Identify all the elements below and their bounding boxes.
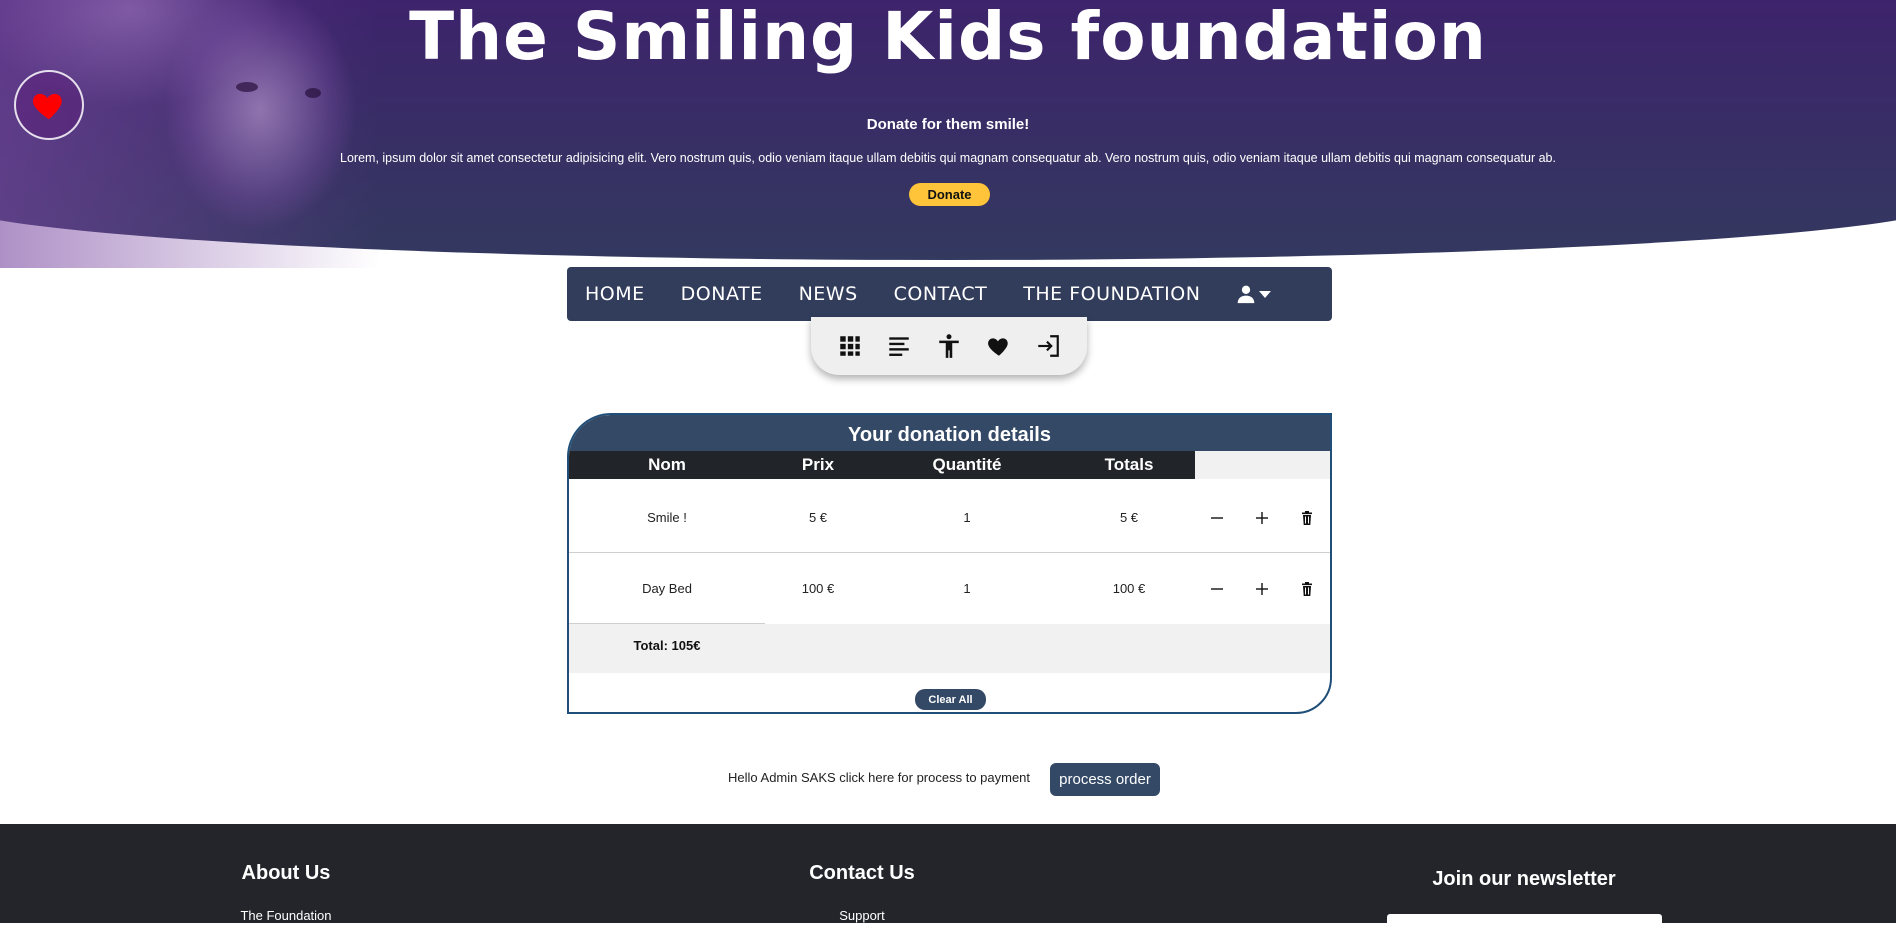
user-menu-toggle[interactable] [1236,284,1272,304]
increase-quantity-button[interactable] [1249,505,1275,531]
remove-item-button[interactable] [1294,576,1320,602]
table-row: Smile ! 5 € 1 5 € [569,483,1330,553]
plus-icon [1256,583,1268,595]
remove-item-button[interactable] [1294,505,1320,531]
process-order-button[interactable]: process order [1050,763,1160,796]
logout-icon [1038,335,1060,357]
footer: About Us The Foundation Contact Us Suppo… [0,824,1896,923]
newsletter-email-input[interactable] [1387,914,1662,926]
footer-link-the-foundation[interactable]: The Foundation [186,908,386,923]
column-header-quantite: Quantité [932,455,1002,474]
item-name: Day Bed [642,581,692,596]
item-quantity: 1 [963,581,971,596]
column-header-prix: Prix [801,455,835,474]
footer-newsletter-title: Join our newsletter [1432,868,1616,890]
item-name: Smile ! [647,510,687,525]
logout-button[interactable] [1033,331,1063,361]
table-header: Nom Prix Quantité Totals [569,451,1330,479]
trash-icon [1302,582,1312,596]
site-title: The Smiling Kids foundation [409,0,1487,75]
align-left-icon [889,337,910,356]
total-row: Total: 105€ [569,624,1330,673]
column-header-totals: Totals [1104,455,1154,474]
footer-link-support[interactable]: Support [762,908,962,923]
column-header-nom: Nom [648,455,686,474]
minus-icon [1211,588,1223,590]
item-total: 100 € [1112,581,1146,596]
item-price: 5 € [808,510,828,525]
payment-prompt: Hello Admin SAKS click here for process … [728,770,1031,785]
heart-icon [987,338,1008,356]
item-total: 5 € [1119,510,1139,525]
hero-banner: The Smiling Kids foundation Donate for t… [0,0,1896,268]
tagline: Donate for them smile! [866,116,1030,133]
accessibility-button[interactable] [934,331,964,361]
chevron-down-icon [1259,290,1272,298]
item-quantity: 1 [963,510,971,525]
nav-the-foundation[interactable]: THE FOUNDATION [1023,283,1200,305]
nav-home[interactable]: HOME [585,283,645,305]
donation-details-title: Your donation details [569,415,1330,451]
plus-icon [1256,512,1268,524]
nav-donate[interactable]: DONATE [681,283,763,305]
favorites-button[interactable] [984,331,1014,361]
grid-icon [840,336,860,356]
grid-button[interactable] [835,331,865,361]
total-amount: Total: 105€ [633,638,701,653]
footer-contact-title: Contact Us [809,862,915,884]
clear-all-button[interactable]: Clear All [915,689,986,710]
accessibility-icon [939,334,959,358]
user-icon [1238,285,1255,304]
donation-details-card: Your donation details Nom Prix Quantité … [567,413,1332,714]
nav-contact[interactable]: CONTACT [894,283,988,305]
increase-quantity-button[interactable] [1249,576,1275,602]
minus-icon [1211,517,1223,519]
main-nav: HOME DONATE NEWS CONTACT THE FOUNDATION [567,267,1332,321]
paypal-donate-button[interactable]: Donate [909,183,990,206]
hero-description: Lorem, ipsum dolor sit amet consectetur … [340,151,1556,165]
accessibility-toolbar [811,317,1087,375]
footer-about-title: About Us [241,862,331,884]
item-price: 100 € [801,581,835,596]
text-align-button[interactable] [884,331,914,361]
table-row: Day Bed 100 € 1 100 € [569,554,1330,624]
decrease-quantity-button[interactable] [1204,505,1230,531]
nav-news[interactable]: NEWS [799,283,858,305]
trash-icon [1302,511,1312,525]
decrease-quantity-button[interactable] [1204,576,1230,602]
